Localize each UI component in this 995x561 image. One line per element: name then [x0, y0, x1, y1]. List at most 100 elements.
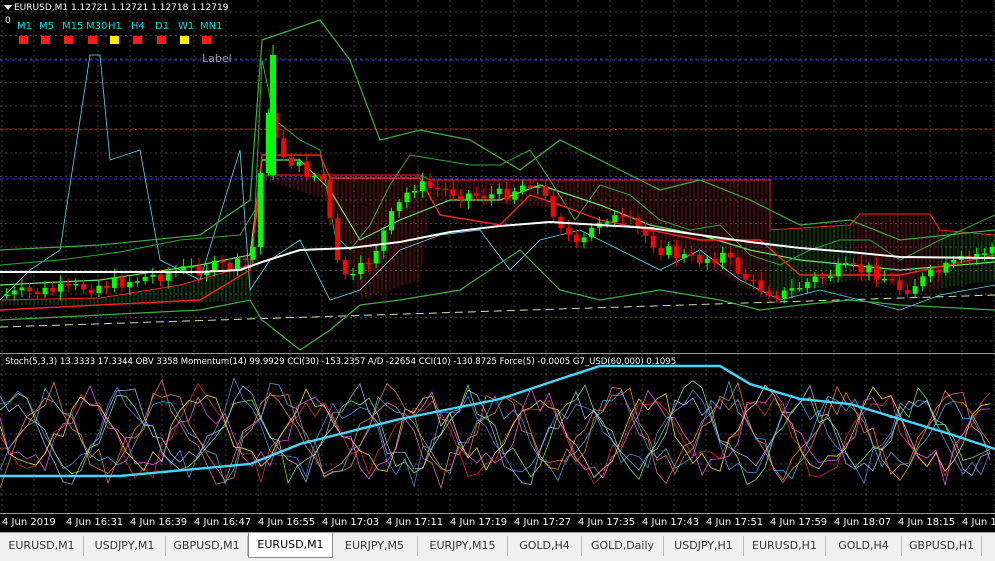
candle-body: [296, 161, 302, 166]
candle-body: [658, 247, 664, 255]
candle-body: [858, 264, 864, 273]
timeframe-m15-signal: [64, 36, 73, 44]
candle-body: [358, 262, 364, 274]
timeframe-m1[interactable]: M1: [17, 21, 32, 33]
indicator-canvas[interactable]: [0, 354, 995, 514]
candle-body: [127, 282, 133, 288]
timeframe-h1[interactable]: H1: [108, 21, 122, 33]
candle-body: [304, 161, 310, 177]
timeframe-m15[interactable]: M15: [62, 21, 83, 33]
tab-usdjpy-m1[interactable]: USDJPY,M1: [84, 536, 166, 556]
candle-body: [181, 266, 187, 271]
candle-body: [327, 179, 333, 219]
timeframe-m30[interactable]: M30: [86, 21, 107, 33]
candle-body: [535, 186, 541, 188]
candle-body: [473, 193, 479, 196]
tab-usdjpy-h1[interactable]: USDJPY,H1: [664, 536, 744, 556]
candle-body: [34, 291, 40, 295]
candle-body: [620, 215, 625, 217]
chart-menu-triangle-icon[interactable]: [4, 5, 12, 10]
time-tick: 4 Jun 18:07: [834, 517, 892, 528]
candle-body: [235, 258, 240, 270]
candle-body: [489, 194, 495, 199]
timeframe-mn1[interactable]: MN1: [200, 21, 222, 33]
candle-body: [250, 247, 256, 260]
time-tick: 4 Jun 17:19: [450, 517, 508, 528]
candle-body: [627, 216, 633, 218]
tab-gbpusd-m1[interactable]: GBPUSD,M1: [166, 536, 248, 556]
tab-gbpusd-h1[interactable]: GBPUSD,H1: [902, 536, 982, 556]
candle-body: [242, 258, 248, 261]
timeframe-d1[interactable]: D1: [155, 21, 169, 33]
candle-body: [874, 265, 880, 280]
time-tick: 4 Jun 17:51: [706, 517, 764, 528]
candle-body: [96, 285, 102, 293]
price-chart-canvas[interactable]: [0, 0, 995, 353]
candle-body: [519, 185, 525, 192]
candle-body: [512, 191, 518, 200]
candle-body: [935, 269, 941, 273]
timeframe-h4-signal: [133, 36, 142, 44]
candle-body: [897, 280, 903, 290]
candle-body: [566, 228, 572, 235]
candle-body: [227, 262, 233, 270]
candle-body: [843, 263, 849, 265]
tab-eurusd-m1[interactable]: EURUSD,M1: [248, 533, 333, 558]
candle-body: [866, 265, 872, 273]
price-chart[interactable]: EURUSD,M1 1.12721 1.12721 1.12718 1.1271…: [0, 0, 995, 353]
candle-body: [851, 263, 856, 265]
candle-body: [666, 246, 672, 255]
candle-body: [504, 188, 510, 200]
candle-body: [373, 250, 379, 264]
timeframe-m5-signal: [41, 36, 50, 44]
timeframe-m1-signal: [19, 36, 28, 44]
candle-body: [458, 195, 464, 200]
candle-body: [389, 211, 394, 231]
candle-body: [496, 188, 502, 195]
candle-body: [720, 252, 726, 263]
candle-body: [797, 288, 803, 290]
tab-eurusd-h1[interactable]: EURUSD,H1: [744, 536, 826, 556]
indicator-window[interactable]: Stoch(5,3,3) 13.3333 17.3344 OBV 3358 Mo…: [0, 353, 995, 514]
candle-body: [928, 269, 933, 277]
candle-body: [974, 253, 980, 257]
chart-title: EURUSD,M1 1.12721 1.12721 1.12718 1.1271…: [14, 3, 229, 13]
candle-body: [312, 175, 317, 178]
candle-body: [758, 280, 764, 292]
time-tick: 4 Jun 17:35: [578, 517, 636, 528]
tab-gold-h4[interactable]: GOLD,H4: [508, 536, 582, 556]
candle-body: [258, 173, 264, 248]
timeframe-m30-signal: [88, 36, 97, 44]
candle-body: [142, 276, 148, 282]
candle-body: [827, 276, 833, 278]
candle-body: [19, 287, 25, 291]
candle-body: [65, 283, 71, 286]
candle-body: [789, 288, 795, 291]
candle-body: [442, 188, 448, 191]
indicator-header: Stoch(5,3,3) 13.3333 17.3344 OBV 3358 Mo…: [5, 357, 677, 367]
chart-tab-bar: EURUSD,M1 USDJPY,M1 GBPUSD,M1 EURUSD,M1 EURJ…: [0, 532, 995, 561]
candle-body: [904, 289, 910, 294]
candle-body: [381, 230, 387, 251]
candle-body: [396, 202, 402, 212]
tab-eurusd-m1[interactable]: EURUSD,M1: [0, 536, 84, 556]
candle-body: [835, 264, 841, 277]
timeframe-h4[interactable]: H4: [131, 21, 145, 33]
tab-gold-h4[interactable]: GOLD,H4: [826, 536, 902, 556]
tab-eurjpy-m5[interactable]: EURJPY,M5: [332, 536, 418, 556]
candle-body: [150, 274, 156, 277]
oscillator-line: [0, 382, 991, 485]
tab-gold-daily[interactable]: GOLD,Daily: [582, 536, 664, 556]
timeframe-w1[interactable]: W1: [178, 21, 194, 33]
candle-body: [527, 185, 533, 188]
candle-body: [219, 260, 225, 263]
candle-body: [804, 282, 810, 289]
timeframe-m5[interactable]: M5: [39, 21, 54, 33]
candle-body: [342, 260, 348, 275]
tab-eurjpy-m15[interactable]: EURJPY,M15: [418, 536, 508, 556]
candle-body: [165, 272, 171, 281]
oscillator-line: [0, 380, 991, 485]
time-tick: 4 Jun 16:31: [66, 517, 124, 528]
label-object: Label: [202, 52, 232, 65]
candle-body: [704, 258, 710, 263]
